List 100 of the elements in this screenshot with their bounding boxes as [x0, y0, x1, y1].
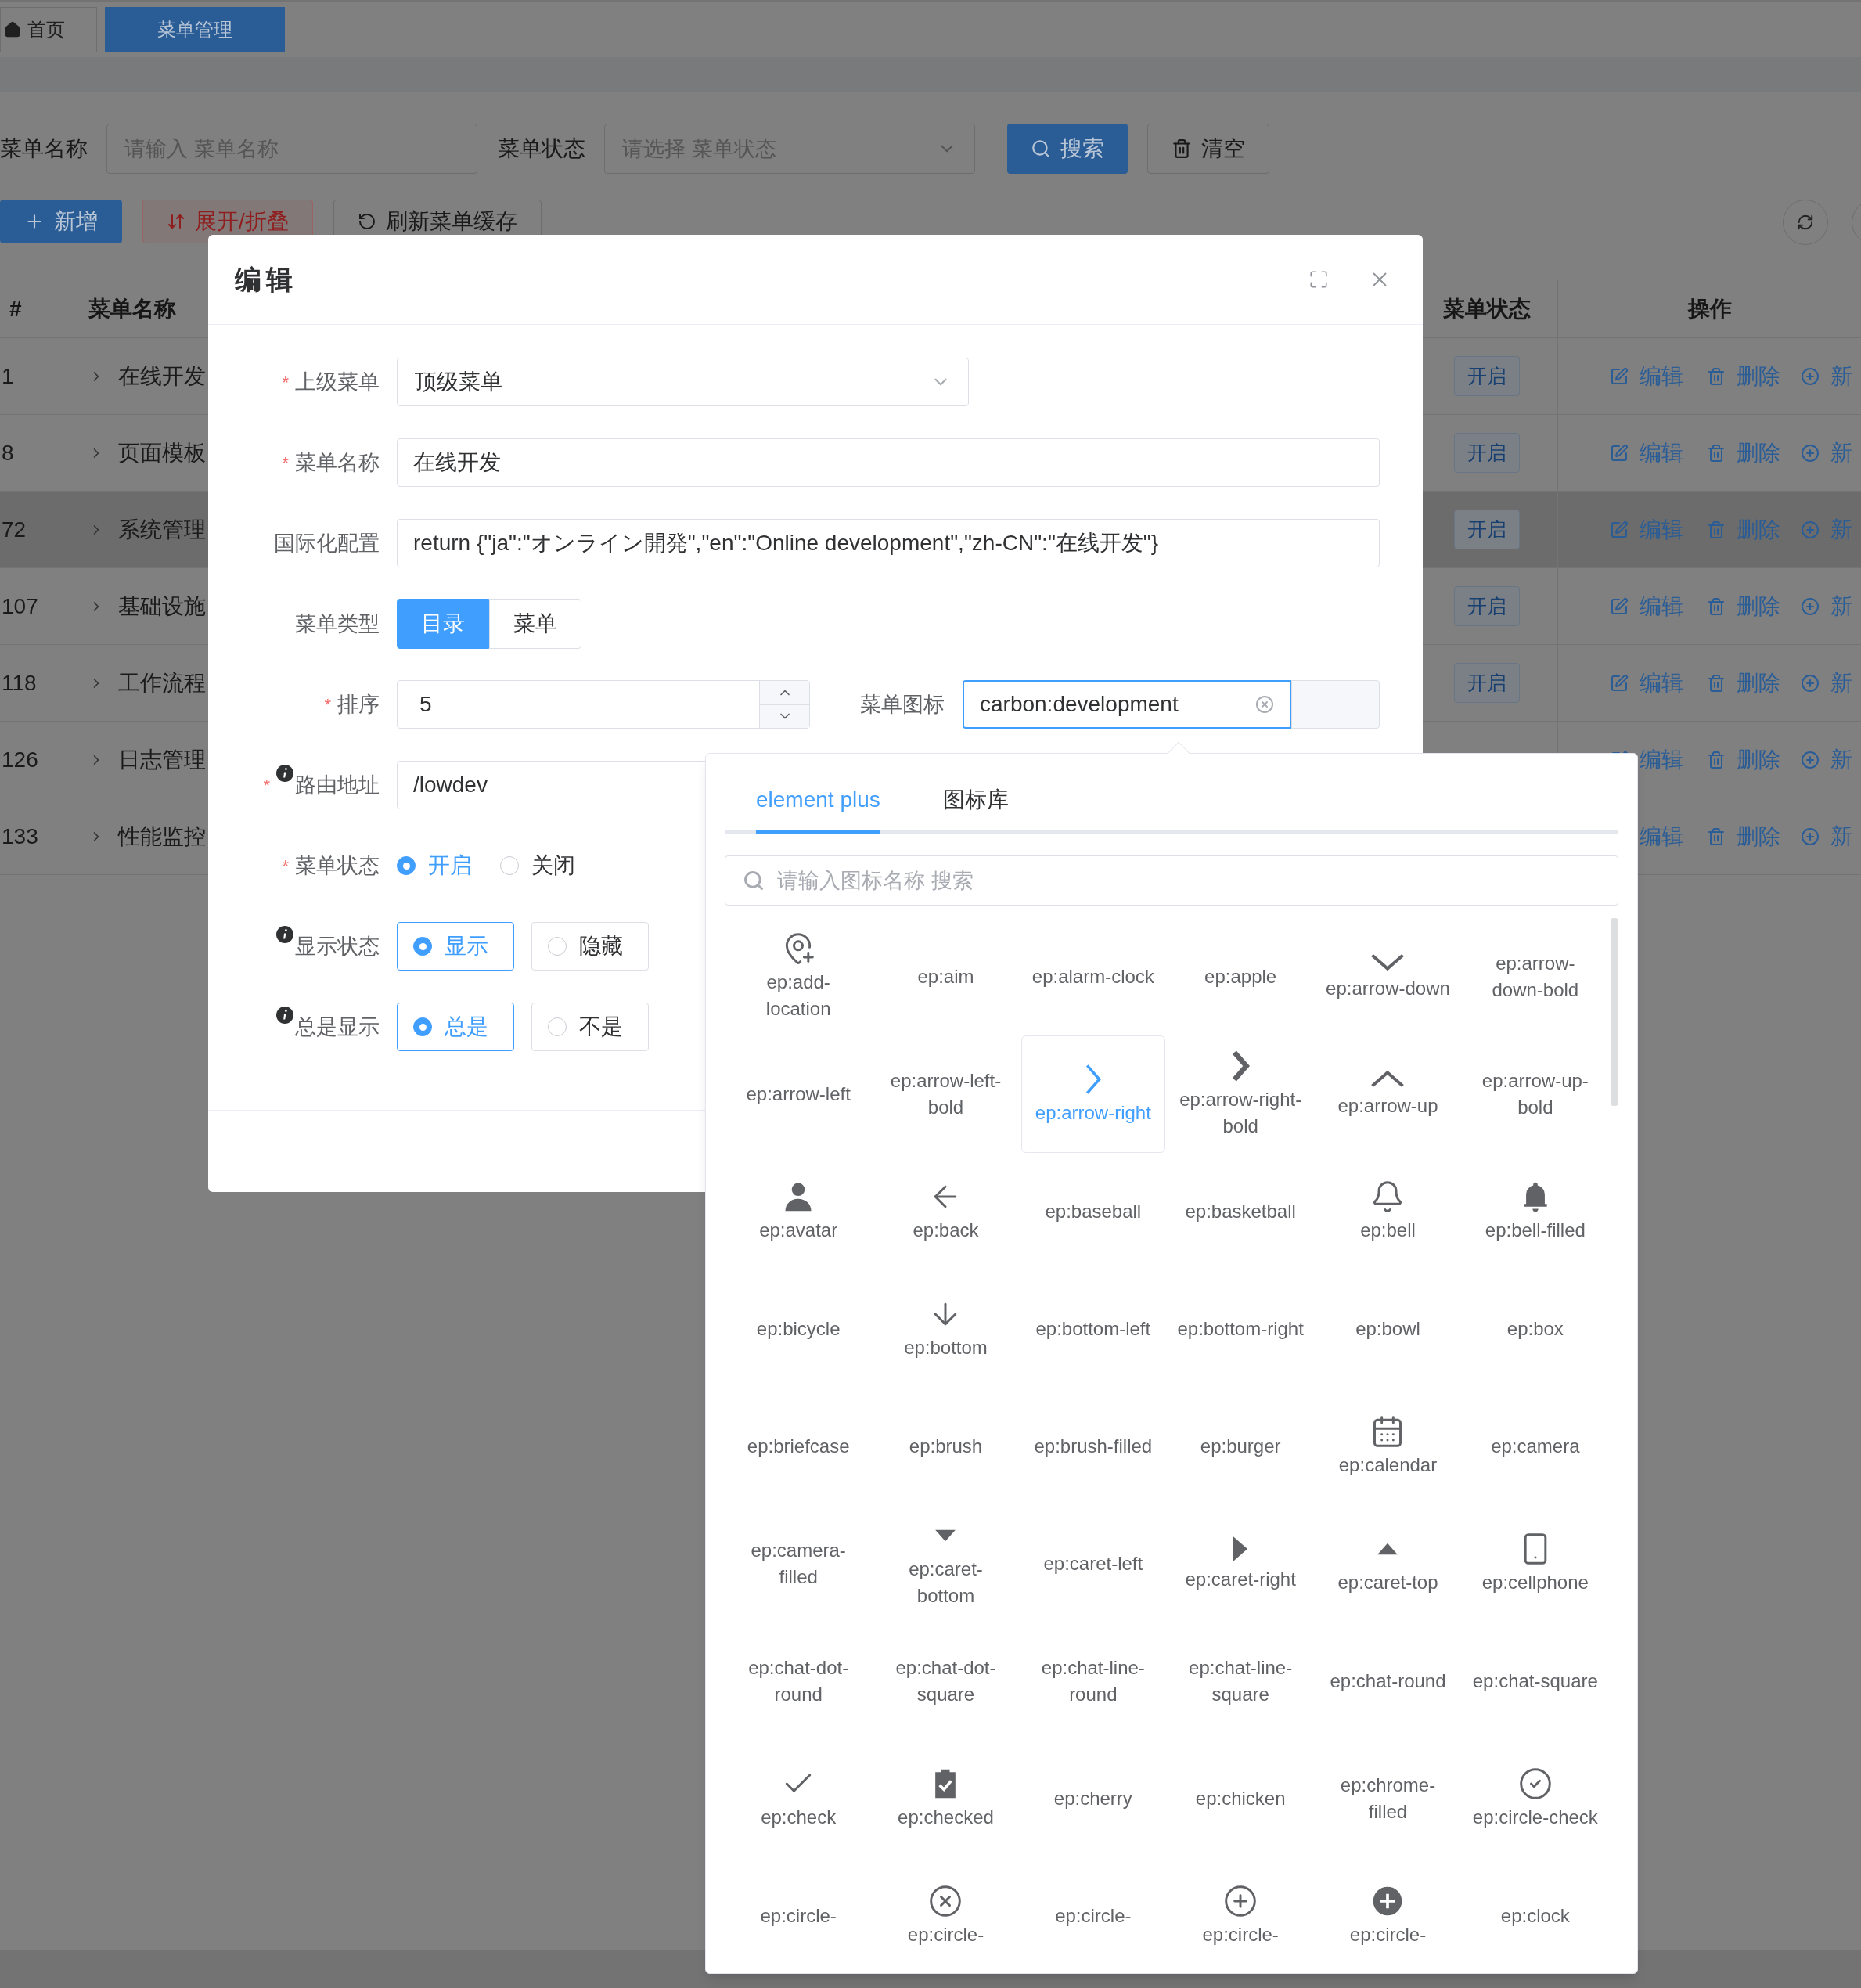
radio-option[interactable]: 不是	[531, 1003, 649, 1051]
toolbar-button[interactable]: 新增	[0, 200, 122, 243]
type-option[interactable]: 菜单	[489, 599, 581, 649]
status-tag: 开启	[1454, 585, 1520, 627]
table-cell-text: 工作流程	[118, 669, 206, 697]
icon-option[interactable]: ep:bell	[1316, 1153, 1460, 1270]
icon-option[interactable]: ep:avatar	[726, 1153, 871, 1270]
table-cell-text: 日志管理	[118, 746, 206, 773]
field-label: 菜单图标	[860, 691, 945, 718]
field-label: 路由地址	[295, 772, 380, 798]
status-tag: 开启	[1454, 662, 1520, 704]
table-cell-text: 在线开发	[118, 362, 206, 390]
page-tab[interactable]: 首页	[0, 6, 97, 52]
column-header: 菜单名称	[88, 295, 177, 322]
icon-option[interactable]: ep:burger	[1168, 1388, 1313, 1505]
icon-option[interactable]: ep:caret-bottom	[873, 1505, 1018, 1622]
icon-option[interactable]: ep:arrow-up	[1316, 1035, 1460, 1153]
icon-option[interactable]: ep:arrow-down	[1316, 918, 1460, 1035]
icon-option[interactable]: ep:circle-	[1020, 1857, 1165, 1954]
icon-option[interactable]: ep:camera-filled	[726, 1505, 871, 1622]
status-tag: 开启	[1454, 432, 1520, 474]
icon-option[interactable]: ep:circle-	[1168, 1857, 1313, 1954]
icon-option[interactable]: ep:circle-check	[1463, 1740, 1607, 1857]
icon-option[interactable]: ep:arrow-left	[726, 1035, 871, 1153]
icon-option[interactable]: ep:checked	[873, 1740, 1018, 1857]
status-tag: 开启	[1454, 355, 1520, 397]
trash-icon	[1707, 443, 1726, 463]
icon-option[interactable]: ep:apple	[1168, 918, 1313, 1035]
icon-option[interactable]: ep:brush	[873, 1388, 1018, 1505]
icon-option[interactable]: ep:arrow-down-bold	[1463, 918, 1607, 1035]
icon-option[interactable]: ep:circle-	[726, 1857, 871, 1954]
icon-option[interactable]: ep:check	[726, 1740, 871, 1857]
icon-option[interactable]: ep:clock	[1463, 1857, 1607, 1954]
icon-option[interactable]: ep:caret-top	[1316, 1505, 1460, 1622]
icon-option[interactable]: ep:back	[873, 1153, 1018, 1270]
chevron-right-icon	[1231, 1049, 1251, 1083]
chevron-right-icon	[1084, 1062, 1102, 1097]
icon-option[interactable]: ep:arrow-right-bold	[1168, 1035, 1313, 1153]
table-cell-text: 1	[1, 362, 15, 390]
icon-option[interactable]: ep:aim	[873, 918, 1018, 1035]
icon-option[interactable]: ep:baseball	[1020, 1153, 1165, 1270]
info-icon	[276, 1006, 293, 1024]
icon-option[interactable]: ep:bottom-left	[1020, 1270, 1165, 1388]
icon-option[interactable]: ep:chicken	[1168, 1740, 1313, 1857]
plus-circle-icon	[1801, 366, 1820, 386]
icon-option[interactable]: ep:brush-filled	[1020, 1388, 1165, 1505]
icon-option[interactable]: ep:bottom	[873, 1270, 1018, 1388]
icon-option[interactable]: ep:chat-square	[1463, 1622, 1607, 1740]
icon-option[interactable]: ep:circle-	[873, 1857, 1018, 1954]
icon-option[interactable]: ep:bicycle	[726, 1270, 871, 1388]
icon-option[interactable]: ep:briefcase	[726, 1388, 871, 1505]
icon-option[interactable]: ep:caret-left	[1020, 1505, 1165, 1622]
icon-option[interactable]: ep:chat-dot-square	[873, 1622, 1018, 1740]
icon-option[interactable]: ep:chat-dot-round	[726, 1622, 871, 1740]
icon-option[interactable]: ep:chrome-filled	[1316, 1740, 1460, 1857]
text-input[interactable]: 在线开发	[397, 438, 1380, 487]
plus-circle-icon	[1801, 673, 1820, 693]
required-mark: *	[282, 452, 289, 474]
icon-option[interactable]: ep:chat-line-round	[1020, 1622, 1165, 1740]
picker-tab[interactable]: 图标库	[942, 769, 1009, 834]
icon-option[interactable]: ep:bottom-right	[1168, 1270, 1313, 1388]
plus-circle-icon	[1801, 827, 1820, 846]
icon-option[interactable]: ep:chat-line-square	[1168, 1622, 1313, 1740]
radio-option[interactable]: 隐藏	[531, 922, 649, 971]
parent-menu-select[interactable]: 顶级菜单	[397, 358, 969, 406]
dialog-title: 编辑	[235, 263, 297, 296]
icon-option[interactable]: ep:calendar	[1316, 1388, 1460, 1505]
icon-option[interactable]: ep:bowl	[1316, 1270, 1460, 1388]
icon-option[interactable]: ep:alarm-clock	[1020, 918, 1165, 1035]
search-button[interactable]: 搜索	[1007, 124, 1128, 174]
icon-option[interactable]: ep:add-location	[726, 918, 871, 1035]
table-cell-text: 107	[1, 592, 39, 620]
clear-button[interactable]: 清空	[1147, 124, 1269, 174]
required-mark: *	[282, 855, 289, 877]
icon-option[interactable]: ep:bell-filled	[1463, 1153, 1607, 1270]
icon-option[interactable]: ep:arrow-left-bold	[873, 1035, 1018, 1153]
icon-option[interactable]: ep:camera	[1463, 1388, 1607, 1505]
number-input[interactable]: 5	[397, 680, 810, 729]
icon-option[interactable]: ep:cherry	[1020, 1740, 1165, 1857]
clear-icon[interactable]	[1255, 695, 1274, 714]
icon-input[interactable]: carbon:development	[963, 680, 1291, 729]
table-cell-text: 133	[1, 823, 39, 850]
icon-option[interactable]: ep:cellphone	[1463, 1505, 1607, 1622]
icon-option[interactable]: ep:circle-	[1316, 1857, 1460, 1954]
icon-option[interactable]: ep:basketball	[1168, 1153, 1313, 1270]
refresh-icon	[357, 212, 376, 231]
text-input[interactable]: return {"ja":"オンライン開発","en":"Online development","zh-CN":"在线开发"}	[397, 519, 1380, 567]
chevron-up-icon	[1370, 1069, 1406, 1089]
field-label: 国际化配置	[274, 530, 380, 556]
icon-option[interactable]: ep:box	[1463, 1270, 1607, 1388]
trash-icon	[1707, 520, 1726, 539]
page-tab[interactable]: 菜单管理	[105, 6, 285, 52]
radio-option[interactable]: 关闭	[500, 849, 575, 882]
icon-option[interactable]: ep:arrow-up-bold	[1463, 1035, 1607, 1153]
icon-option[interactable]: ep:caret-right	[1168, 1505, 1313, 1622]
fullscreen-icon[interactable]	[1308, 269, 1329, 290]
column-header: 操作	[1557, 280, 1861, 337]
circle-x-icon	[928, 1884, 963, 1918]
icon-option[interactable]: ep:chat-round	[1316, 1622, 1460, 1740]
table-cell-text: 72	[1, 516, 27, 543]
